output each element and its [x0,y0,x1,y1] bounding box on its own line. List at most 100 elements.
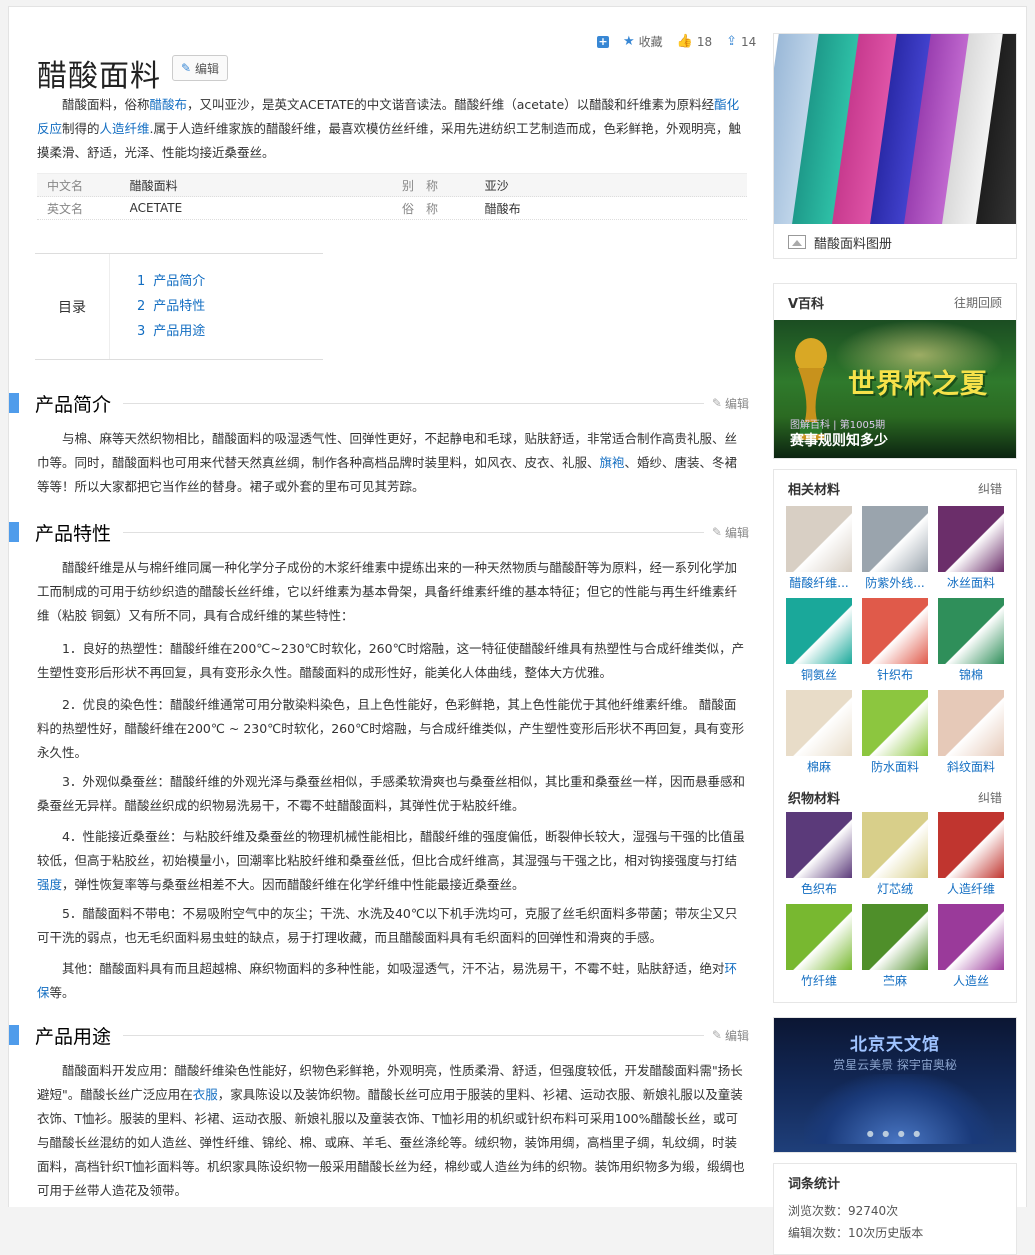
material-item[interactable]: 防紫外线... [862,506,928,598]
report-error-link[interactable]: 纠错 [978,789,1002,806]
material-item[interactable]: 色织布 [786,812,852,904]
report-error-link[interactable]: 纠错 [978,480,1002,497]
edit-label: 编辑 [724,396,749,411]
toc-link[interactable]: 产品用途 [153,324,205,339]
link-man-made-fiber[interactable]: 人造纤维 [100,121,150,136]
material-item[interactable]: 竹纤维 [786,904,852,996]
material-thumbnail[interactable] [786,598,852,664]
pencil-icon: ✎ [711,525,722,539]
material-thumbnail[interactable] [862,904,928,970]
vbaike-more-link[interactable]: 往期回顾 [954,294,1002,311]
edit-button[interactable]: ✎ 编辑 [172,55,228,81]
collect-label: 收藏 [638,35,663,49]
toc-num: 2 [137,299,146,314]
section-title: 产品用途 [35,1025,112,1048]
material-label[interactable]: 防水面料 [862,756,928,782]
section-heading-intro: 产品简介 ✎ 编辑 [9,391,749,416]
material-item[interactable]: 斜纹面料 [938,690,1004,782]
toc-item[interactable]: 3 产品用途 [137,319,205,344]
material-thumbnail[interactable] [862,506,928,572]
material-thumbnail[interactable] [786,506,852,572]
collect-button[interactable]: ★ 收藏 [623,33,663,50]
link-strength[interactable]: 强度 [37,877,62,892]
material-label[interactable]: 锦棉 [938,664,1004,690]
material-thumbnail[interactable] [938,812,1004,878]
link-qipao[interactable]: 旗袍 [600,455,625,470]
edit-label: 编辑 [724,525,749,540]
material-label[interactable]: 铜氨丝 [786,664,852,690]
album-image[interactable] [774,34,1016,224]
planetarium-banner[interactable]: 北京天文馆 赏星云美景 探宇宙奥秘 ● ● ● ● [774,1018,1016,1152]
material-thumbnail[interactable] [786,904,852,970]
material-thumbnail[interactable] [938,904,1004,970]
vbaike-header: V百科 往期回顾 [774,284,1016,320]
stats: 词条统计 浏览次数：92740次 编辑次数：10次历史版本 [774,1164,1016,1254]
intro-paragraph: 与棉、麻等天然织物相比，醋酸面料的吸湿透气性、回弹性更好，不起静电和毛球，贴肤舒… [37,427,747,499]
material-label[interactable]: 灯芯绒 [862,878,928,904]
paragraph-text: 等。 [49,985,75,1000]
material-item[interactable]: 人造纤维 [938,812,1004,904]
material-label[interactable]: 色织布 [786,878,852,904]
edit-label: 编辑 [195,61,220,76]
material-item[interactable]: 锦棉 [938,598,1004,690]
material-label[interactable]: 人造丝 [938,970,1004,996]
paragraph-text: ，家具陈设以及装饰织物。醋酸长丝可应用于服装的里料、衫裙、运动衣服、新娘礼服以及… [37,1087,745,1198]
info-value: ACETATE [129,201,183,215]
toc-link[interactable]: 产品简介 [153,274,205,289]
material-label[interactable]: 冰丝面料 [938,572,1004,598]
material-item[interactable]: 防水面料 [862,690,928,782]
album-card[interactable]: 醋酸面料图册 [773,33,1017,259]
link-clothes[interactable]: 衣服 [193,1087,218,1102]
toc-link[interactable]: 产品特性 [153,299,205,314]
material-thumbnail[interactable] [786,690,852,756]
features-paragraph: 1．良好的热塑性：醋酸纤维在200℃~230℃时软化，260℃时熔融，这一特征使… [37,641,745,680]
material-label[interactable]: 针织布 [862,664,928,690]
like-button[interactable]: 👍 18 [677,33,712,50]
material-label[interactable]: 人造纤维 [938,878,1004,904]
material-label[interactable]: 斜纹面料 [938,756,1004,782]
material-label[interactable]: 竹纤维 [786,970,852,996]
material-item[interactable]: 醋酸纤维... [786,506,852,598]
material-label[interactable]: 防紫外线... [862,572,928,598]
album-caption[interactable]: 醋酸面料图册 [774,224,1016,260]
planetarium-ad[interactable]: 北京天文馆 赏星云美景 探宇宙奥秘 ● ● ● ● [773,1017,1017,1153]
material-thumbnail[interactable] [786,812,852,878]
material-thumbnail[interactable] [938,690,1004,756]
material-item[interactable]: 铜氨丝 [786,598,852,690]
share-button[interactable]: ⇪ 14 [726,33,756,50]
material-thumbnail[interactable] [862,812,928,878]
material-thumbnail[interactable] [938,506,1004,572]
material-item[interactable]: 人造丝 [938,904,1004,996]
section-title: 产品特性 [35,522,112,545]
vbaike-card: V百科 往期回顾 世界杯之夏 图解百科 | 第1005期 赛事规则知多少 [773,283,1017,459]
heading-bar [9,522,19,542]
share-count: 14 [741,34,757,49]
material-item[interactable]: 棉麻 [786,690,852,782]
add-button[interactable]: + [597,33,609,50]
section-edit-button[interactable]: ✎ 编辑 [712,395,749,412]
star-icon: ★ [623,34,635,49]
toc-item[interactable]: 1 产品简介 [137,269,205,294]
material-label[interactable]: 苎麻 [862,970,928,996]
material-label[interactable]: 棉麻 [786,756,852,782]
toc-item[interactable]: 2 产品特性 [137,294,205,319]
album-caption-label: 醋酸面料图册 [814,236,893,252]
basic-info-row: 英文名 ACETATE 俗 称 醋酸布 [37,197,747,220]
material-thumbnail[interactable] [862,598,928,664]
section-edit-button[interactable]: ✎ 编辑 [712,1027,749,1044]
link-acetate-cloth[interactable]: 醋酸布 [150,97,188,112]
material-item[interactable]: 冰丝面料 [938,506,1004,598]
info-key: 别 称 [402,178,439,193]
carousel-dots[interactable]: ● ● ● ● [774,1129,1016,1138]
material-thumbnail[interactable] [862,690,928,756]
section-heading-uses: 产品用途 ✎ 编辑 [9,1023,749,1048]
material-item[interactable]: 灯芯绒 [862,812,928,904]
material-item[interactable]: 苎麻 [862,904,928,996]
material-thumbnail[interactable] [938,598,1004,664]
material-item[interactable]: 针织布 [862,598,928,690]
heading-bar [9,1025,19,1045]
vbaike-banner[interactable]: 世界杯之夏 图解百科 | 第1005期 赛事规则知多少 [774,320,1016,458]
section-edit-button[interactable]: ✎ 编辑 [712,524,749,541]
info-value: 醋酸布 [484,201,521,216]
material-label[interactable]: 醋酸纤维... [786,572,852,598]
